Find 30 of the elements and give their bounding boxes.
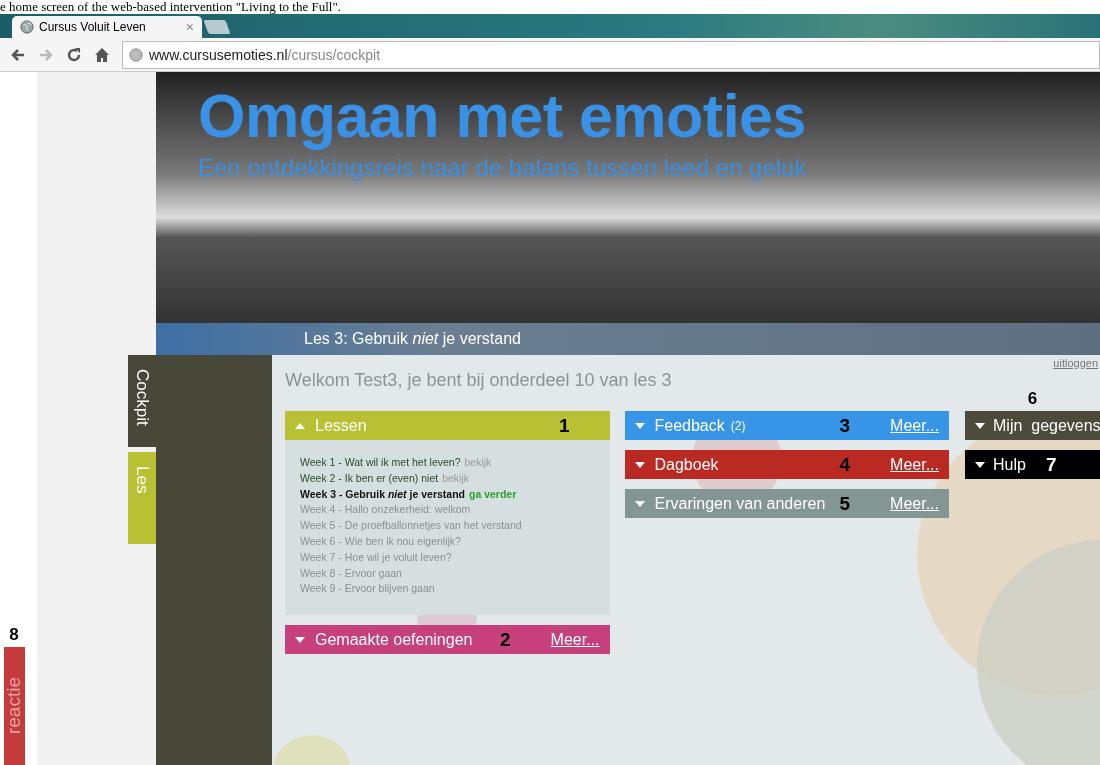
new-tab-button[interactable] [203,20,231,34]
site-title: Omgaan met emoties [198,84,807,148]
welcome-text: Welkom Test3, je bent bij onderdeel 10 van les 3 [285,370,672,391]
back-icon[interactable] [10,46,26,63]
panel-header[interactable]: Hulp 7 [965,450,1100,479]
close-tab-button[interactable]: × [185,19,194,35]
side-tab[interactable]: Cockpit [128,355,156,447]
globe-icon [20,20,34,34]
panel-header[interactable]: Ervaringen van anderen 5 Meer... [624,489,949,518]
home-icon[interactable] [94,46,110,63]
address-bar[interactable]: www.cursusemoties.nl/cursus/cockpit [122,40,1100,69]
logout-link[interactable]: uitloggen [1053,357,1098,369]
annotation-number: 8 [9,625,19,645]
panel-header[interactable]: Mijn gegevens [965,411,1100,440]
lesson-item[interactable]: Week 1 - Wat wil ik met het leven? bekijk [300,455,595,471]
panel-header[interactable]: Dagboek 4 Meer... [624,450,949,479]
annotation-number: 6 [1026,389,1039,409]
url-text: www.cursusemoties.nl/cursus/cockpit [149,46,381,63]
browser-tab[interactable]: Cursus Voluit Leven × [12,16,202,38]
figure-caption: e home screen of the web-based intervention "Living to the Full". [0,0,342,14]
lesson-item[interactable]: Week 3 - Gebruik niet je verstand ga verder [300,486,595,503]
tab-title: Cursus Voluit Leven [39,20,147,34]
panel-header[interactable]: Feedback (2) 3 Meer... [624,411,949,440]
panel-header[interactable]: Lessen 1 [285,411,610,440]
panel-header[interactable]: Gemaakte oefeningen 2 Meer... [285,625,610,655]
globe-icon [129,47,143,62]
lesson-item[interactable]: Week 2 - Ik ben er (even) niet bekijk [300,470,595,487]
lesson-title: Les 3: Gebruik niet je verstand [304,330,521,348]
reload-icon[interactable] [66,46,82,63]
site-subtitle: Een ontdekkingsreis naar de balans tussen leed en geluk [198,154,808,182]
